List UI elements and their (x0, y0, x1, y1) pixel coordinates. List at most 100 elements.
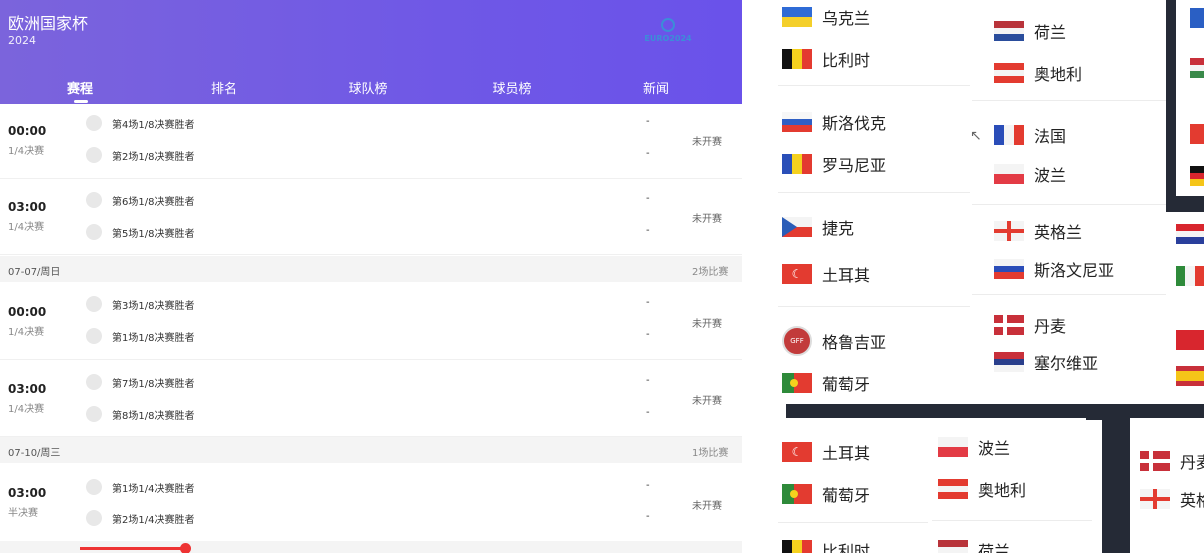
match-row[interactable]: 00:00 1/4决赛 第3场1/8决赛胜者 第1场1/8决赛胜者 - - 未开… (0, 282, 742, 360)
denmark-flag-icon (994, 315, 1024, 335)
away-score: - (646, 407, 650, 418)
tab-team-stats[interactable]: 球队榜 (338, 78, 398, 97)
home-team: 第6场1/8决赛胜者 (86, 191, 194, 209)
day-match-count: 2场比赛 (692, 267, 729, 278)
team-name: 葡萄牙 (822, 375, 871, 394)
team-row[interactable]: 葡萄牙 (782, 371, 870, 395)
team-row[interactable]: 奥地利 (994, 61, 1082, 85)
team-row[interactable]: 丹麦 (1140, 449, 1204, 473)
team-name: 英格兰 (1034, 223, 1083, 242)
team-name: 第5场1/8决赛胜者 (112, 228, 195, 240)
team-name: 丹麦 (1180, 453, 1204, 472)
team-name: 奥地利 (1034, 65, 1083, 84)
progress-line (80, 547, 188, 550)
match-row[interactable]: 03:00 1/4决赛 第7场1/8决赛胜者 第8场1/8决赛胜者 - - 未开… (0, 359, 742, 437)
italy-flag-icon (1176, 266, 1204, 286)
match-time: 03:00 (8, 486, 47, 500)
team-row[interactable]: 捷克 (782, 215, 854, 239)
home-team: 第3场1/8决赛胜者 (86, 295, 194, 313)
team-row[interactable]: GFF 格鲁吉亚 (782, 326, 886, 356)
day-divider: 07-07/周日 2场比赛 (0, 256, 742, 282)
team-row[interactable]: 比利时 (782, 47, 870, 71)
team-name: 斯洛文尼亚 (1034, 261, 1115, 280)
team-row[interactable]: 奥地利 (938, 477, 1026, 501)
slovakia-flag-icon (782, 112, 812, 132)
home-score: - (646, 116, 650, 127)
team-row[interactable]: 英格 (1140, 487, 1204, 511)
team-row[interactable]: 比利时 (782, 538, 870, 553)
team-name: 罗马尼亚 (822, 156, 887, 175)
match-status: 未开赛 (692, 501, 722, 512)
hungary-flag-icon (1190, 58, 1204, 78)
tab-label: 新闻 (642, 82, 669, 97)
tab-ranking[interactable]: 排名 (194, 78, 254, 97)
tab-schedule[interactable]: 赛程 (50, 78, 110, 103)
portugal-flag-icon (782, 484, 812, 504)
match-status: 未开赛 (692, 214, 722, 225)
romania-flag-icon (782, 154, 812, 174)
logo-text: EURO2024 (644, 34, 692, 43)
match-row[interactable]: 03:00 1/4决赛 第6场1/8决赛胜者 第5场1/8决赛胜者 - - 未开… (0, 178, 742, 255)
team-row[interactable]: ☾ 土耳其 (782, 440, 870, 464)
match-round: 1/4决赛 (8, 327, 45, 338)
team-badge-icon (86, 296, 102, 312)
team-badge-icon (86, 328, 102, 344)
team-row[interactable]: 斯洛文尼亚 (994, 257, 1114, 281)
team-row[interactable]: 罗马尼亚 (782, 152, 886, 176)
team-badge-icon (86, 479, 102, 495)
team-name: 比利时 (822, 542, 871, 553)
team-badge-icon (86, 406, 102, 422)
team-row[interactable]: 葡萄牙 (782, 482, 870, 506)
team-badge-icon (86, 192, 102, 208)
team-name: 丹麦 (1034, 317, 1067, 336)
match-status: 未开赛 (692, 319, 722, 330)
serbia-flag-icon (994, 352, 1024, 372)
team-row[interactable]: 波兰 (938, 435, 1010, 459)
match-status: 未开赛 (692, 137, 722, 148)
match-round: 1/4决赛 (8, 404, 45, 415)
team-name: 波兰 (1034, 166, 1067, 185)
netherlands-flag-icon (994, 21, 1024, 41)
team-row[interactable]: 荷兰 (994, 19, 1066, 43)
match-round: 1/4决赛 (8, 146, 45, 157)
divider (778, 522, 928, 523)
team-name: 荷兰 (978, 542, 1011, 553)
team-row[interactable]: 波兰 (994, 162, 1066, 186)
progress-handle[interactable] (180, 543, 191, 553)
team-name: 第2场1/4决赛胜者 (112, 514, 195, 526)
team-row[interactable]: ☾ 土耳其 (782, 262, 870, 286)
team-name: 英格 (1180, 491, 1204, 510)
team-badge-icon (86, 115, 102, 131)
team-name: 第6场1/8决赛胜者 (112, 196, 195, 208)
team-name: 荷兰 (1034, 23, 1067, 42)
tab-news[interactable]: 新闻 (626, 78, 686, 97)
team-name: 第2场1/8决赛胜者 (112, 151, 195, 163)
team-row[interactable]: 英格兰 (994, 219, 1082, 243)
team-name: 土耳其 (822, 444, 871, 463)
portugal-flag-icon (782, 373, 812, 393)
scotland-flag-icon (1190, 8, 1204, 28)
away-team: 第8场1/8决赛胜者 (86, 405, 194, 423)
team-row[interactable]: 乌克兰 (782, 5, 870, 29)
ukraine-flag-icon (782, 7, 812, 27)
poland-flag-icon (994, 164, 1024, 184)
team-row[interactable]: 法国 (994, 123, 1066, 147)
divider (778, 85, 970, 86)
team-row[interactable]: 斯洛伐克 (782, 110, 886, 134)
mouse-cursor-icon: ↖ (970, 128, 982, 144)
bracket-frame (786, 404, 1204, 418)
france-flag-icon (994, 125, 1024, 145)
team-badge-icon (86, 374, 102, 390)
day-divider: 07-10/周三 1场比赛 (0, 437, 742, 463)
match-round: 半决赛 (8, 508, 38, 519)
team-row[interactable]: 荷兰 (938, 538, 1010, 553)
tab-label: 赛程 (66, 82, 93, 97)
team-row[interactable]: 丹麦 (994, 313, 1066, 337)
match-row[interactable]: 00:00 1/4决赛 第4场1/8决赛胜者 第2场1/8决赛胜者 - - 未开… (0, 104, 742, 179)
home-team: 第7场1/8决赛胜者 (86, 373, 194, 391)
match-row[interactable]: 03:00 半决赛 第1场1/4决赛胜者 第2场1/4决赛胜者 - - 未开赛 (0, 463, 742, 542)
home-team: 第4场1/8决赛胜者 (86, 114, 194, 132)
team-row[interactable]: 塞尔维亚 (994, 350, 1098, 374)
austria-flag-icon (938, 479, 968, 499)
tab-player-stats[interactable]: 球员榜 (482, 78, 542, 97)
